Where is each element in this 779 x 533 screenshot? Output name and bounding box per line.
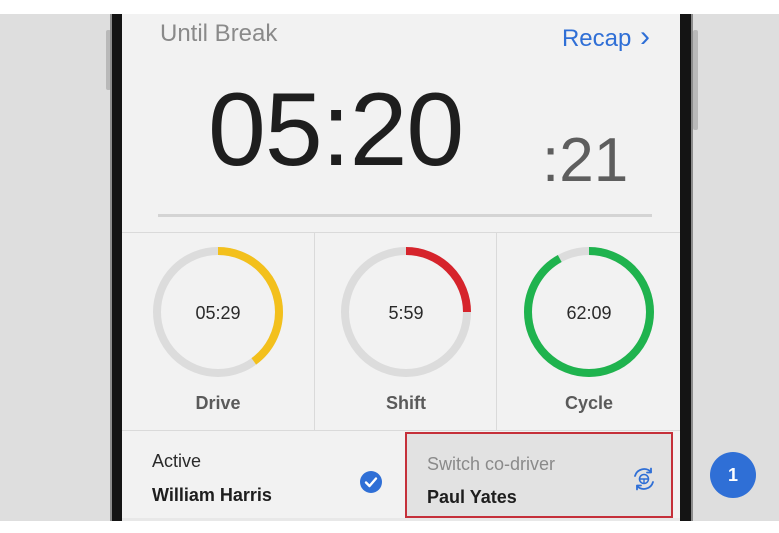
phone-frame-left — [112, 14, 122, 521]
driver-row-bottom-divider — [122, 518, 680, 521]
page-bottom-margin — [0, 521, 779, 533]
shift-label: Shift — [386, 393, 426, 413]
recap-label: Recap — [561, 25, 632, 52]
break-countdown-seconds: :21 — [542, 126, 629, 195]
drive-time-remaining: 05:29 — [195, 303, 241, 323]
gauge-cycle[interactable]: 62:09 Cycle — [496, 233, 680, 431]
phone-frame-edge-right — [691, 14, 693, 521]
gauge-shift[interactable]: 5:59 Shift — [314, 233, 497, 431]
cycle-time-remaining: 62:09 — [566, 303, 612, 323]
active-driver-name: William Harris — [152, 485, 272, 505]
check-circle-icon — [360, 471, 382, 493]
callout-number-badge: 1 — [710, 452, 756, 498]
cycle-label: Cycle — [564, 393, 614, 413]
page-title: Until Break — [160, 20, 278, 47]
switch-co-driver-button[interactable]: Switch co-driver Paul Yates — [405, 432, 673, 518]
gauge-drive[interactable]: 05:29 Drive — [122, 233, 314, 431]
chevron-right-icon: › — [640, 20, 650, 53]
driver-row: Active William Harris Switch co-driver P… — [122, 430, 680, 521]
active-driver[interactable]: Active William Harris — [122, 431, 405, 521]
switch-co-driver-label: Switch co-driver — [427, 454, 556, 474]
active-driver-label: Active — [152, 451, 202, 471]
page-top-margin — [0, 0, 779, 14]
phone-screen: Until Break Recap › 05:20 :21 05:29 Driv… — [122, 14, 680, 521]
recap-link[interactable]: Recap › — [562, 20, 650, 54]
co-driver-name: Paul Yates — [427, 487, 517, 507]
drive-label: Drive — [195, 393, 241, 413]
switch-driver-icon — [634, 467, 654, 491]
phone-side-button-right — [693, 30, 698, 130]
phone-frame-right — [680, 14, 691, 521]
timer-divider — [158, 214, 652, 217]
hours-gauges-panel: 05:29 Drive 5:59 Shift 62:09 Cycle — [122, 232, 680, 431]
shift-time-remaining: 5:59 — [388, 303, 424, 323]
break-countdown-time: 05:20 — [208, 72, 464, 188]
